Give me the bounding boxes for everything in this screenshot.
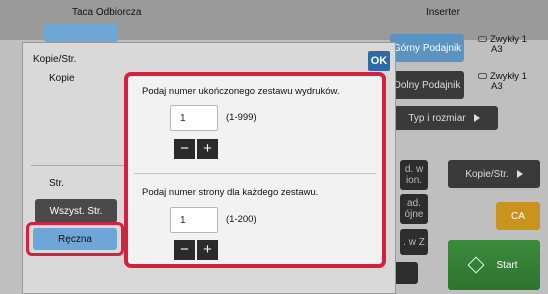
modal-title: Kopie/Str. (33, 54, 77, 65)
tray-icon (478, 73, 487, 80)
copies-pages-label: Kopie/Str. (465, 168, 509, 180)
dialog-divider (134, 173, 376, 174)
partial-button-1[interactable]: d. w ion. (400, 160, 428, 190)
copies-pages-button[interactable]: Kopie/Str. (448, 160, 540, 188)
all-pages-button[interactable]: Wszyst. Str. (35, 199, 117, 223)
upper-tray-paper: Zwykły 1 A3 (478, 35, 527, 55)
ok-button[interactable]: OK (368, 51, 390, 71)
start-label: Start (496, 259, 518, 271)
page-number-prompt: Podaj numer strony dla każdego zestawu. (142, 187, 319, 198)
upper-tray-button[interactable]: Górny Podajnik (390, 34, 464, 62)
set-number-minus-button[interactable]: − (174, 139, 195, 159)
page-number-range: (1-200) (226, 214, 257, 225)
inserter-label: Inserter (426, 7, 460, 18)
ca-button[interactable]: CA (496, 202, 540, 230)
page-number-minus-button[interactable]: − (174, 240, 195, 260)
receiving-tray-button[interactable] (44, 24, 118, 42)
lower-tray-button[interactable]: Dolny Podajnik (390, 71, 464, 99)
set-number-range: (1-999) (226, 112, 257, 123)
start-button[interactable]: Start (448, 240, 540, 290)
lower-paper-size: A3 (491, 81, 503, 92)
arrow-right-icon (516, 170, 523, 178)
start-diamond-icon (467, 256, 485, 274)
pages-label: Str. (49, 178, 65, 189)
copies-label: Kopie (49, 73, 75, 84)
number-entry-dialog: Podaj numer ukończonego zestawu wydruków… (124, 72, 386, 268)
set-number-prompt: Podaj numer ukończonego zestawu wydruków… (142, 86, 340, 97)
manual-button[interactable]: Ręczna (33, 228, 117, 250)
tray-icon (478, 36, 487, 43)
partial-button-2[interactable]: ad. ójne (400, 194, 428, 224)
set-number-plus-button[interactable]: + (197, 139, 218, 159)
lower-tray-paper: Zwykły 1 A3 (478, 72, 527, 92)
type-size-label: Typ i rozmiar (408, 112, 466, 124)
page-number-plus-button[interactable]: + (197, 240, 218, 260)
modal-divider (31, 165, 127, 166)
upper-paper-size: A3 (491, 44, 503, 55)
page-number-input[interactable]: 1 (170, 207, 218, 233)
manual-highlight: Ręczna (26, 222, 124, 256)
receiving-tray-label: Taca Odbiorcza (72, 7, 142, 18)
arrow-right-icon (473, 114, 480, 122)
partial-button-3[interactable]: . w Z (400, 229, 428, 255)
type-size-button[interactable]: Typ i rozmiar (390, 106, 498, 130)
set-number-input[interactable]: 1 (170, 105, 218, 131)
